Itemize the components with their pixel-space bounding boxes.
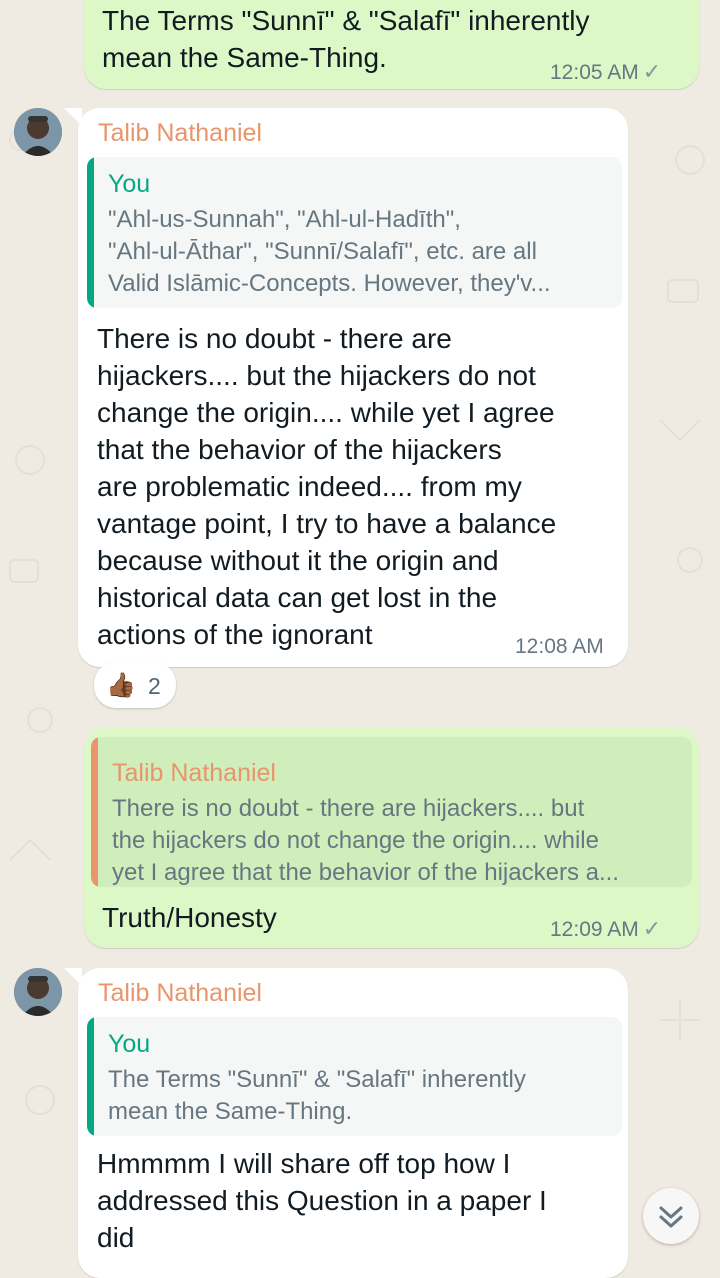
single-check-icon: ✓ [642, 916, 662, 941]
quote-text-line: There is no doubt - there are hijackers.… [112, 795, 585, 822]
timestamp-text: 12:05 AM [550, 61, 639, 84]
avatar-image [14, 108, 62, 156]
message-timestamp: 12:09 AM ✓ [550, 916, 661, 942]
quote-accent-bar [87, 1017, 94, 1136]
message-text-line: actions of the ignorant [97, 619, 373, 650]
message-text-line: historical data can get lost in the [97, 582, 498, 613]
message-text-line: Hmmmm I will share off top how I [97, 1148, 511, 1179]
message-text-line: that the behavior of the hijackers [97, 434, 502, 465]
quoted-message[interactable]: You "Ahl-us-Sunnah", "Ahl-ul-Hadīth", "A… [87, 157, 622, 308]
scroll-to-bottom-button[interactable] [643, 1188, 699, 1244]
message-text-line: because without it the origin and [97, 545, 499, 576]
single-check-icon: ✓ [642, 59, 662, 84]
sender-name[interactable]: Talib Nathaniel [98, 979, 262, 1008]
message-text-line: The Terms "Sunnī" & "Salafī" inherently [102, 5, 590, 36]
message-text-line: mean the Same-Thing. [102, 42, 387, 73]
reaction-chip[interactable]: 👍🏾 2 [94, 662, 176, 708]
message-text-line: did [97, 1222, 135, 1253]
avatar-image [14, 968, 62, 1016]
quote-accent-bar [91, 737, 98, 887]
message-bubble-outgoing[interactable]: The Terms "Sunnī" & "Salafī" inherently … [84, 0, 699, 89]
message-bubble-outgoing[interactable]: Talib Nathaniel There is no doubt - ther… [84, 728, 699, 948]
quote-text-line: "Ahl-us-Sunnah", "Ahl-ul-Hadīth", [108, 206, 461, 233]
message-timestamp: 12:05 AM ✓ [550, 59, 661, 85]
message-text-line: hijackers.... but the hijackers do not [97, 360, 536, 391]
quote-author: Talib Nathaniel [112, 759, 276, 787]
sender-name[interactable]: Talib Nathaniel [98, 119, 262, 148]
thumbs-up-icon: 👍🏾 [106, 672, 136, 699]
sender-avatar[interactable] [14, 968, 62, 1016]
reaction-count: 2 [148, 673, 161, 699]
quoted-message[interactable]: Talib Nathaniel There is no doubt - ther… [91, 737, 692, 887]
message-text-line: vantage point, I try to have a balance [97, 508, 557, 539]
quote-text-line: the hijackers do not change the origin..… [112, 827, 599, 854]
message-timestamp: 12:08 AM [515, 635, 604, 658]
message-text-line: are problematic indeed.... from my [97, 471, 522, 502]
quote-text-line: yet I agree that the behavior of the hij… [112, 859, 619, 886]
message-text-line: addressed this Question in a paper I [97, 1185, 547, 1216]
message-text-line: Truth/Honesty [102, 902, 277, 933]
message-text-line: There is no doubt - there are [97, 323, 452, 354]
quote-text-line: "Ahl-ul-Āthar", "Sunnī/Salafī", etc. are… [108, 238, 537, 265]
message-bubble-incoming[interactable]: Talib Nathaniel You The Terms "Sunnī" & … [78, 968, 628, 1278]
message-text-line: change the origin.... while yet I agree [97, 397, 555, 428]
quoted-message[interactable]: You The Terms "Sunnī" & "Salafī" inheren… [87, 1017, 622, 1136]
double-chevron-down-icon [659, 1206, 683, 1228]
quote-author: You [108, 1030, 151, 1058]
quote-text-line: Valid Islāmic-Concepts. However, they'v.… [108, 270, 551, 297]
sender-avatar[interactable] [14, 108, 62, 156]
timestamp-text: 12:09 AM [550, 918, 639, 941]
quote-author: You [108, 170, 151, 198]
quote-text-line: The Terms "Sunnī" & "Salafī" inherently [108, 1066, 526, 1093]
message-bubble-incoming[interactable]: Talib Nathaniel You "Ahl-us-Sunnah", "Ah… [78, 108, 628, 667]
quote-accent-bar [87, 157, 94, 308]
quote-text-line: mean the Same-Thing. [108, 1098, 353, 1125]
